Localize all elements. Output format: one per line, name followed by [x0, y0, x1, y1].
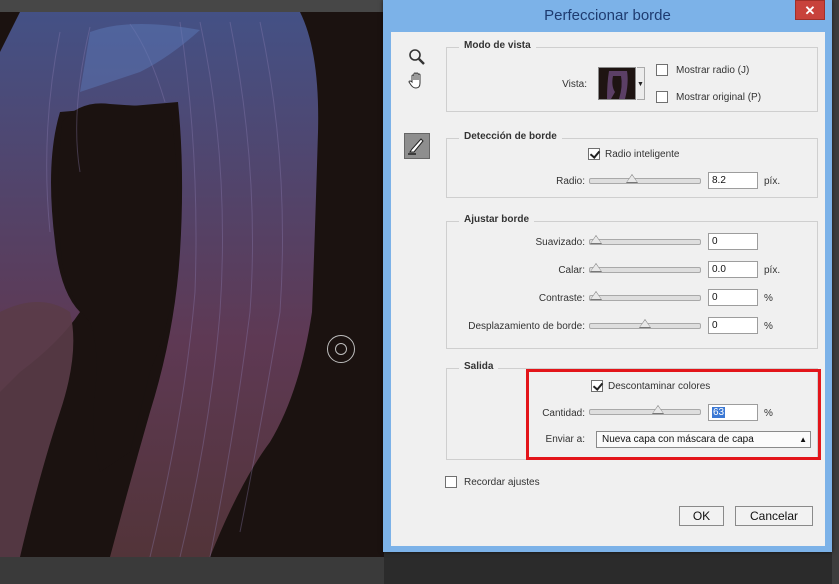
feather-input[interactable]: 0.0: [708, 261, 758, 278]
document-canvas[interactable]: [0, 0, 384, 584]
radius-unit: píx.: [764, 176, 781, 187]
dialog-title: Perfeccionar borde: [544, 7, 671, 24]
radius-label: Radio:: [556, 176, 585, 187]
shift-edge-unit: %: [764, 321, 773, 332]
smart-radius-checkbox[interactable]: [588, 148, 600, 160]
canvas-top-strip: [0, 0, 384, 12]
red-highlight-box: [526, 369, 821, 460]
edge-detection-legend: Detección de borde: [459, 131, 562, 142]
show-original-label: Mostrar original (P): [676, 92, 762, 103]
refine-radius-tool-icon[interactable]: [404, 133, 430, 159]
feather-slider-thumb[interactable]: [590, 263, 602, 272]
contrast-label: Contraste:: [538, 293, 585, 304]
shift-edge-slider-thumb[interactable]: [639, 319, 651, 328]
feather-unit: píx.: [764, 265, 781, 276]
canvas-bottom-bar: [0, 557, 384, 584]
radius-slider[interactable]: [589, 174, 701, 184]
smooth-label: Suavizado:: [535, 237, 585, 248]
show-radius-checkbox[interactable]: [656, 64, 668, 76]
right-panel-edge: [832, 0, 839, 584]
view-thumbnail[interactable]: [598, 67, 636, 100]
show-original-checkbox[interactable]: [656, 91, 668, 103]
hand-tool-icon[interactable]: [406, 70, 428, 92]
zoom-tool-icon[interactable]: [406, 46, 428, 68]
contrast-slider-thumb[interactable]: [590, 291, 602, 300]
show-radius-label: Mostrar radio (J): [676, 65, 750, 76]
smooth-slider-thumb[interactable]: [590, 235, 602, 244]
view-mode-legend: Modo de vista: [459, 40, 536, 51]
remember-checkbox[interactable]: [445, 476, 457, 488]
close-button[interactable]: ✕: [795, 0, 825, 20]
contrast-unit: %: [764, 293, 773, 304]
radius-slider-thumb[interactable]: [626, 174, 639, 183]
feather-label: Calar:: [558, 265, 585, 276]
shift-edge-slider[interactable]: [589, 319, 701, 329]
contrast-input[interactable]: 0: [708, 289, 758, 306]
shift-edge-label: Desplazamiento de borde:: [468, 321, 585, 332]
dialog-body: Modo de vista Vista: ▼ Mostrar radio (J)…: [391, 32, 825, 546]
vista-label: Vista:: [562, 79, 587, 90]
ok-button[interactable]: OK: [679, 506, 724, 526]
output-legend: Salida: [459, 361, 499, 372]
radius-input[interactable]: 8.2: [708, 172, 758, 189]
shift-edge-input[interactable]: 0: [708, 317, 758, 334]
brush-cursor-inner: [335, 343, 347, 355]
refine-edge-dialog: Perfeccionar borde ✕ Modo de vista Vista…: [383, 0, 832, 552]
cancel-button[interactable]: Cancelar: [735, 506, 813, 526]
adjust-edge-legend: Ajustar borde: [459, 214, 535, 225]
remember-label: Recordar ajustes: [464, 477, 540, 488]
view-dropdown-arrow[interactable]: ▼: [637, 67, 645, 100]
edge-detection-group: Detección de borde: [446, 131, 818, 198]
smooth-slider[interactable]: [589, 235, 701, 245]
hair-image: [0, 12, 319, 557]
contrast-slider[interactable]: [589, 291, 701, 301]
feather-slider[interactable]: [589, 263, 701, 273]
smooth-input[interactable]: 0: [708, 233, 758, 250]
smart-radius-label: Radio inteligente: [605, 149, 680, 160]
